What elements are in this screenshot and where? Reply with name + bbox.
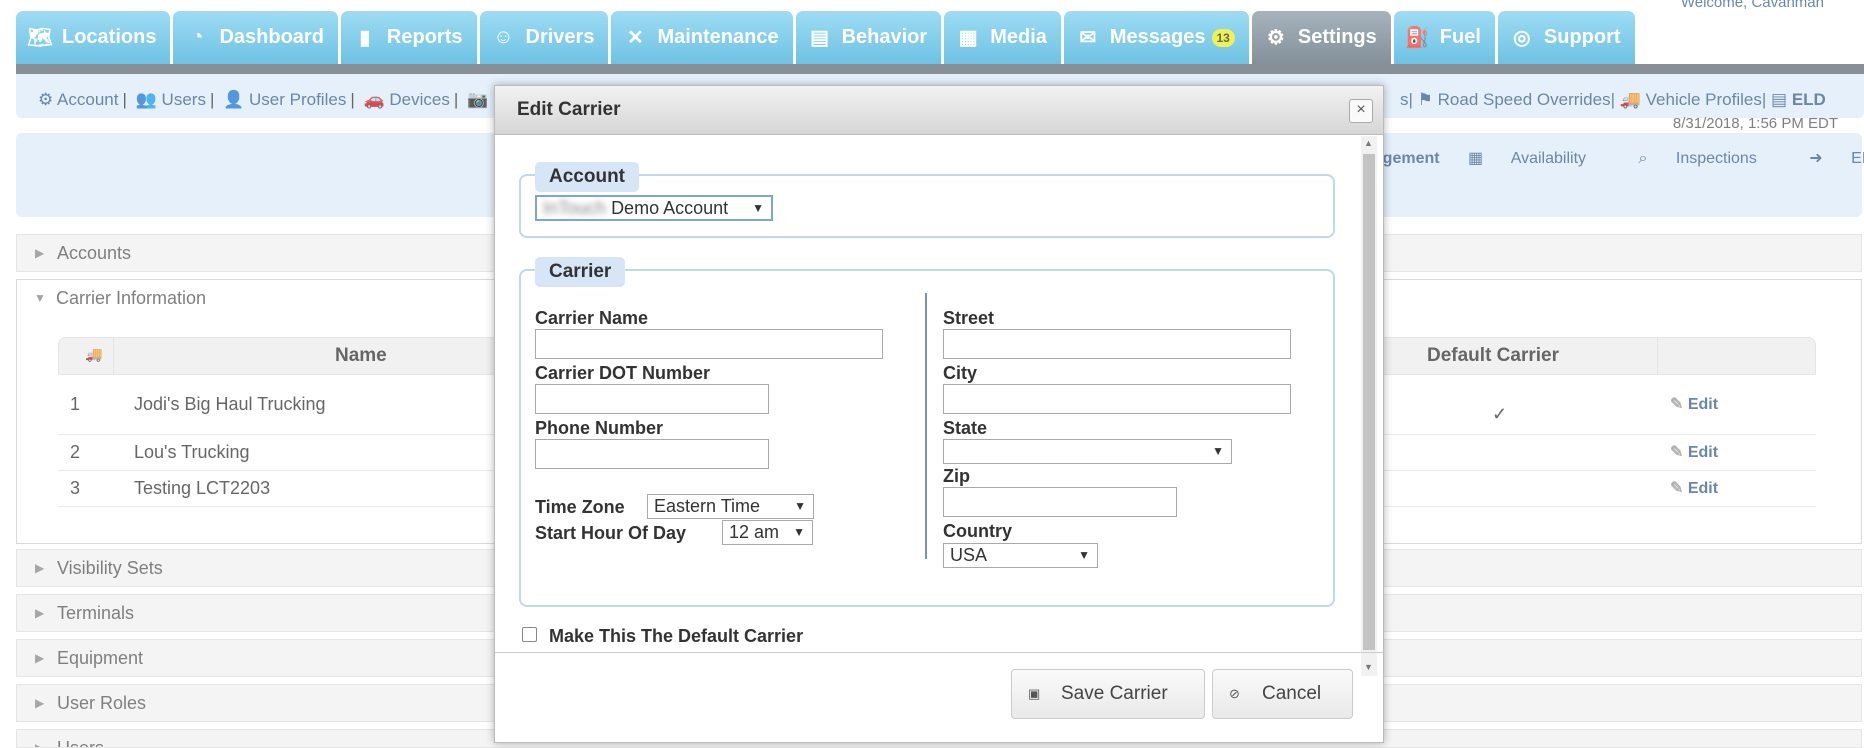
start-hour-label: Start Hour Of Day: [535, 523, 687, 543]
edit-carrier-dialog: Edit Carrier × ▲ ▼ InTouch Demo Account …: [494, 85, 1384, 743]
dropdown-arrow-icon: ▼: [752, 201, 764, 215]
default-carrier-checkbox[interactable]: [522, 627, 537, 642]
phone-number-label: Phone Number: [535, 418, 664, 438]
footer-divider: [495, 652, 1383, 653]
dropdown-arrow-icon: ▼: [1212, 444, 1224, 458]
city-input[interactable]: [943, 384, 1291, 414]
account-legend: Account: [535, 162, 639, 192]
zip-input[interactable]: [943, 487, 1177, 517]
floppy-disk-icon: ▣: [1028, 686, 1041, 701]
scroll-thumb[interactable]: [1363, 154, 1375, 650]
scroll-down-arrow-icon[interactable]: ▼: [1364, 662, 1373, 672]
cancel-circle-icon: ⊘: [1229, 686, 1240, 701]
cancel-button[interactable]: ⊘ Cancel: [1212, 669, 1353, 719]
save-carrier-button[interactable]: ▣ Save Carrier: [1011, 669, 1205, 719]
default-carrier-label: Make This The Default Carrier: [549, 626, 804, 646]
dropdown-arrow-icon: ▼: [1078, 548, 1090, 562]
dialog-title: Edit Carrier: [495, 86, 1383, 135]
zip-label: Zip: [943, 466, 970, 486]
carrier-legend: Carrier: [535, 257, 626, 287]
dropdown-arrow-icon: ▼: [793, 525, 805, 539]
account-select[interactable]: InTouch Demo Account ▼: [535, 195, 773, 221]
close-icon[interactable]: ×: [1349, 99, 1373, 123]
carrier-name-input[interactable]: [535, 329, 883, 359]
phone-number-input[interactable]: [535, 439, 769, 469]
state-select[interactable]: ▼: [943, 439, 1232, 464]
scroll-up-arrow-icon[interactable]: ▲: [1364, 138, 1373, 148]
carrier-dot-number-input[interactable]: [535, 384, 769, 414]
column-divider: [925, 293, 927, 559]
dropdown-arrow-icon: ▼: [794, 499, 806, 513]
blurred-account-name: InTouch: [543, 198, 607, 218]
time-zone-label: Time Zone: [535, 497, 625, 517]
carrier-dot-number-label: Carrier DOT Number: [535, 363, 711, 383]
street-label: Street: [943, 308, 995, 328]
account-fieldset: InTouch Demo Account ▼: [519, 174, 1335, 238]
carrier-name-label: Carrier Name: [535, 308, 649, 328]
start-hour-select[interactable]: 12 am ▼: [722, 520, 813, 545]
street-input[interactable]: [943, 329, 1291, 359]
city-label: City: [943, 363, 978, 383]
country-select[interactable]: USA ▼: [943, 543, 1098, 568]
state-label: State: [943, 418, 988, 438]
time-zone-select[interactable]: Eastern Time ▼: [647, 494, 814, 519]
dialog-scrollbar[interactable]: ▲ ▼: [1361, 136, 1377, 676]
country-label: Country: [943, 521, 1012, 541]
